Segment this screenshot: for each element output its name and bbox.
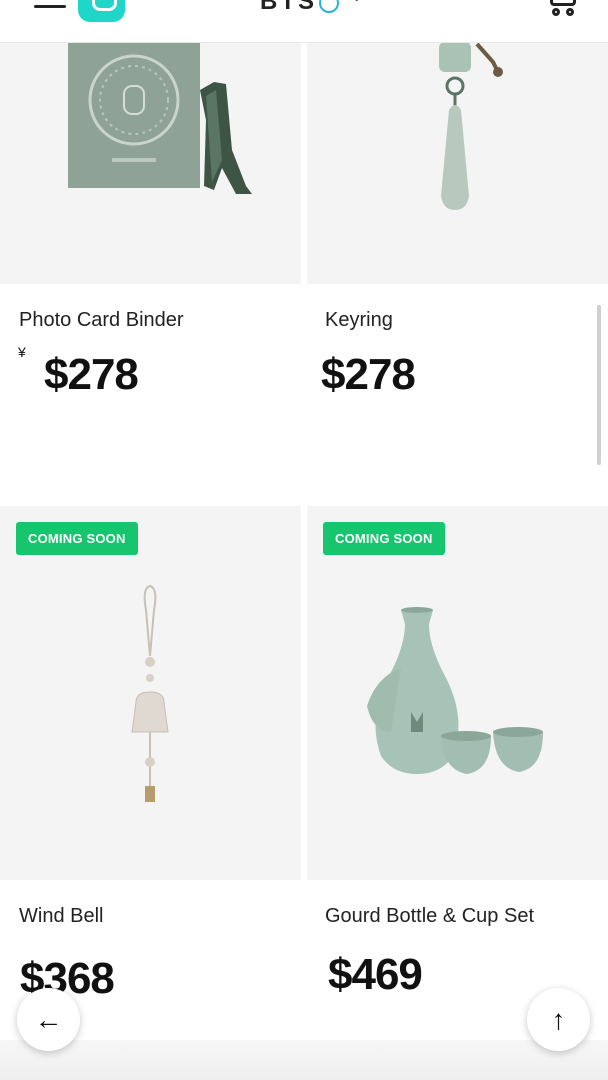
globe-icon	[319, 0, 339, 13]
chevron-down-icon[interactable]: ⌄	[350, 0, 363, 6]
shopping-bag-icon[interactable]	[78, 0, 125, 22]
product-title[interactable]: Wind Bell	[19, 905, 103, 928]
coming-soon-badge: COMING SOON	[323, 522, 445, 555]
scrollbar[interactable]	[597, 305, 601, 465]
bottom-bar	[0, 1040, 608, 1080]
product-image[interactable]: COMING SOON	[307, 506, 608, 880]
arrow-up-icon: ↑	[551, 1003, 566, 1035]
product-price: $469	[328, 950, 423, 999]
cart-icon[interactable]	[548, 0, 578, 18]
brand-selector[interactable]: BTS	[260, 0, 339, 16]
back-button[interactable]: ←	[17, 988, 80, 1051]
brand-name: BTS	[260, 0, 317, 15]
product-title[interactable]: Photo Card Binder	[19, 309, 184, 332]
product-title[interactable]: Keyring	[325, 309, 393, 332]
product-image[interactable]: COMING SOON	[0, 506, 301, 880]
product-price: $278	[321, 350, 416, 399]
top-header: BTS ⌄	[0, 0, 608, 43]
product-price: $278	[44, 350, 139, 399]
currency-mark: ¥	[18, 344, 26, 360]
scroll-to-top-button[interactable]: ↑	[527, 988, 590, 1051]
wind-bell-illustration	[131, 585, 169, 802]
hamburger-menu-icon[interactable]	[34, 0, 66, 14]
gourd-bottle-illustration	[367, 607, 543, 774]
product-title[interactable]: Gourd Bottle & Cup Set	[325, 905, 534, 928]
coming-soon-badge: COMING SOON	[16, 522, 138, 555]
arrow-left-icon: ←	[34, 1003, 63, 1035]
